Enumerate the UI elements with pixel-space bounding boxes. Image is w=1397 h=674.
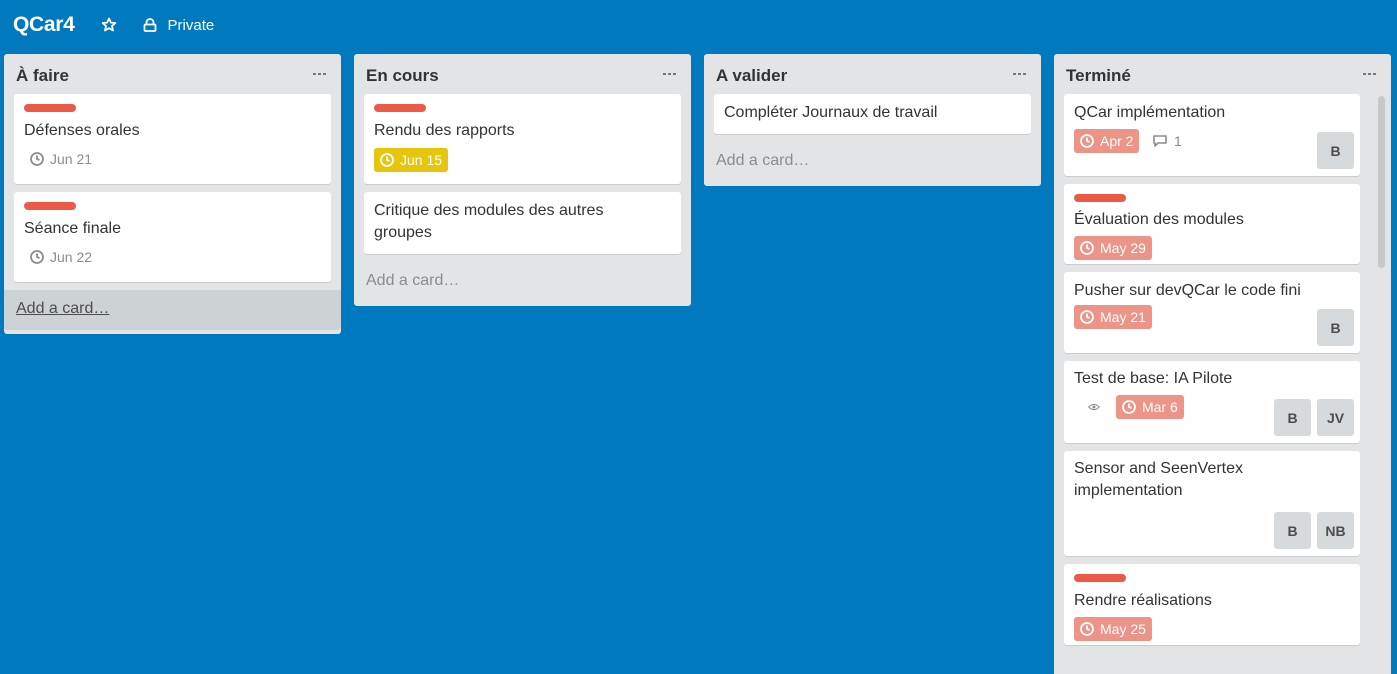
member-avatar[interactable]: B bbox=[1317, 132, 1354, 169]
card-title: Séance finale bbox=[24, 220, 121, 237]
board-header: QCar4 Private bbox=[0, 0, 1397, 50]
clock-icon bbox=[30, 152, 44, 166]
card-rendu-rapports[interactable]: Rendu des rapports Jun 15 bbox=[364, 94, 681, 184]
due-date-text: Apr 2 bbox=[1100, 133, 1134, 149]
due-date-badge: May 29 bbox=[1074, 236, 1152, 260]
add-card-button[interactable]: Add a card… bbox=[354, 262, 691, 302]
card-title: Sensor and SeenVertex implementation bbox=[1074, 460, 1244, 499]
list-en-cours: En cours Rendu des rapports Jun 15 Criti… bbox=[354, 54, 691, 306]
list-menu-icon[interactable] bbox=[1363, 64, 1377, 78]
list-termine: Terminé QCar implémentation Apr 2 1 B Év… bbox=[1054, 54, 1391, 674]
card-label-red bbox=[24, 104, 76, 112]
list-menu-icon[interactable] bbox=[663, 64, 677, 78]
due-date-badge: Mar 6 bbox=[1116, 395, 1184, 419]
add-card-label: Add a card… bbox=[16, 300, 110, 317]
card-title: Rendu des rapports bbox=[374, 122, 515, 139]
card-title: QCar implémentation bbox=[1074, 104, 1226, 121]
card-title: Défenses orales bbox=[24, 122, 140, 139]
member-avatar[interactable]: B bbox=[1274, 399, 1311, 436]
card-test-ia-pilote[interactable]: Test de base: IA Pilote Mar 6 B JV bbox=[1064, 361, 1360, 443]
list-menu-icon[interactable] bbox=[313, 64, 327, 78]
member-avatar[interactable]: NB bbox=[1317, 512, 1354, 549]
list-title: Terminé bbox=[1066, 66, 1131, 85]
card-pusher-devqcar[interactable]: Pusher sur devQCar le code fini May 21 B bbox=[1064, 272, 1360, 353]
list-title: En cours bbox=[366, 66, 439, 85]
list-header: A valider bbox=[704, 54, 1041, 94]
add-card-label: Add a card… bbox=[366, 272, 460, 289]
list-menu-icon[interactable] bbox=[1013, 64, 1027, 78]
card-seance-finale[interactable]: Séance finale Jun 22 bbox=[14, 192, 331, 282]
list-cards: QCar implémentation Apr 2 1 B Évaluation… bbox=[1054, 94, 1370, 645]
list-scrollbar[interactable] bbox=[1377, 96, 1386, 674]
comments-badge: 1 bbox=[1152, 129, 1182, 153]
list-title: À faire bbox=[16, 66, 69, 85]
list-a-valider: A valider Compléter Journaux de travail … bbox=[704, 54, 1041, 186]
due-date-badge: Jun 21 bbox=[26, 147, 96, 171]
scrollbar-thumb[interactable] bbox=[1378, 96, 1385, 268]
card-title: Critique des modules des autres groupes bbox=[374, 202, 604, 241]
card-qcar-implementation[interactable]: QCar implémentation Apr 2 1 B bbox=[1064, 94, 1360, 176]
eye-icon bbox=[1088, 395, 1106, 419]
card-defenses-orales[interactable]: Défenses orales Jun 21 bbox=[14, 94, 331, 184]
member-avatar[interactable]: JV bbox=[1317, 399, 1354, 436]
card-completer-journaux[interactable]: Compléter Journaux de travail bbox=[714, 94, 1031, 134]
visibility-button[interactable]: Private bbox=[143, 16, 215, 34]
add-card-button[interactable]: Add a card… bbox=[4, 290, 341, 330]
add-card-button[interactable]: Add a card… bbox=[704, 142, 1041, 182]
list-header: Terminé bbox=[1054, 54, 1391, 94]
due-date-text: May 25 bbox=[1100, 621, 1146, 637]
comments-count: 1 bbox=[1174, 133, 1182, 149]
clock-icon bbox=[1080, 310, 1094, 324]
clock-icon bbox=[1080, 134, 1094, 148]
member-avatar[interactable]: B bbox=[1317, 309, 1354, 346]
card-title: Test de base: IA Pilote bbox=[1074, 370, 1233, 387]
clock-icon bbox=[1122, 400, 1136, 414]
card-label-red bbox=[1074, 574, 1126, 582]
list-a-faire: À faire Défenses orales Jun 21 Séance fi… bbox=[4, 54, 341, 334]
due-date-text: Jun 22 bbox=[50, 249, 93, 265]
card-evaluation-modules[interactable]: Évaluation des modules May 29 bbox=[1064, 184, 1360, 264]
lock-icon bbox=[143, 18, 156, 32]
member-avatar[interactable]: B bbox=[1274, 512, 1311, 549]
due-date-text: May 21 bbox=[1100, 309, 1146, 325]
due-date-badge: Jun 15 bbox=[374, 148, 449, 172]
due-date-badge: May 25 bbox=[1074, 617, 1152, 641]
card-title: Rendre réalisations bbox=[1074, 592, 1212, 609]
card-critique-modules[interactable]: Critique des modules des autres groupes bbox=[364, 192, 681, 254]
comment-icon bbox=[1153, 135, 1167, 147]
due-date-text: May 29 bbox=[1100, 240, 1146, 256]
card-title: Compléter Journaux de travail bbox=[724, 104, 938, 121]
card-sensor-seenvertex[interactable]: Sensor and SeenVertex implementation B N… bbox=[1064, 451, 1360, 556]
clock-icon bbox=[1080, 622, 1094, 636]
due-date-badge: Apr 2 bbox=[1074, 129, 1140, 153]
due-date-badge: Jun 22 bbox=[26, 245, 96, 269]
card-rendre-realisations[interactable]: Rendre réalisations May 25 bbox=[1064, 564, 1360, 645]
card-title: Évaluation des modules bbox=[1074, 211, 1244, 228]
list-title: A valider bbox=[716, 66, 788, 85]
card-label-red bbox=[374, 104, 426, 112]
visibility-label: Private bbox=[167, 16, 215, 34]
due-date-text: Jun 15 bbox=[400, 152, 443, 168]
due-date-text: Jun 21 bbox=[50, 151, 93, 167]
board-title[interactable]: QCar4 bbox=[13, 13, 75, 37]
clock-icon bbox=[380, 153, 394, 167]
clock-icon bbox=[1080, 241, 1094, 255]
list-header: En cours bbox=[354, 54, 691, 94]
card-label-red bbox=[1074, 194, 1126, 202]
list-header: À faire bbox=[4, 54, 341, 94]
add-card-label: Add a card… bbox=[716, 152, 810, 169]
card-title: Pusher sur devQCar le code fini bbox=[1074, 282, 1301, 299]
star-icon[interactable] bbox=[99, 15, 119, 35]
due-date-badge: May 21 bbox=[1074, 305, 1152, 329]
card-label-red bbox=[24, 202, 76, 210]
clock-icon bbox=[30, 250, 44, 264]
due-date-text: Mar 6 bbox=[1142, 399, 1178, 415]
